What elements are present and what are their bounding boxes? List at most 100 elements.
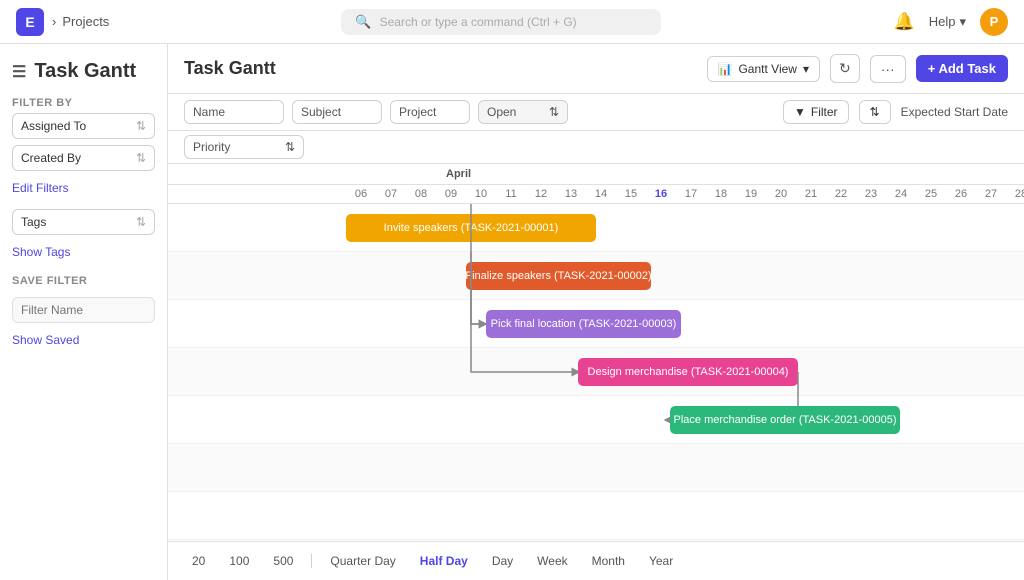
hamburger-icon[interactable]: ☰	[12, 62, 26, 82]
date-26: 26	[946, 188, 976, 200]
tags-label: Tags	[21, 215, 46, 229]
chevron-down-icon: ⇅	[136, 119, 146, 133]
search-bar[interactable]: 🔍 Search or type a command (Ctrl + G)	[341, 9, 661, 35]
filter-icon: ▼	[794, 105, 806, 119]
subject-column-filter[interactable]: Subject	[292, 100, 382, 124]
half-day-button[interactable]: Half Day	[412, 550, 476, 572]
chevron-down-icon: ⇅	[136, 215, 146, 229]
content-title: Task Gantt	[184, 58, 276, 79]
filter-section: Filter By Assigned To ⇅ Created By ⇅	[12, 97, 155, 171]
assigned-to-select[interactable]: Assigned To ⇅	[12, 113, 155, 139]
task-bar-5[interactable]: Place merchandise order (TASK-2021-00005…	[670, 406, 900, 434]
topnav-right: 🔔 Help ▾ P	[894, 8, 1008, 36]
priority-row: Priority ⇅	[168, 131, 1024, 164]
name-col-label: Name	[193, 105, 225, 119]
chevron-down-icon: ▾	[803, 62, 809, 76]
date-07: 07	[376, 188, 406, 200]
subject-col-label: Subject	[301, 105, 341, 119]
gantt-row-1: Invite speakers (TASK-2021-00001)	[168, 204, 1024, 252]
gantt-view-button[interactable]: 📊 Gantt View ▾	[707, 56, 820, 82]
date-20: 20	[766, 188, 796, 200]
main-layout: ☰ Task Gantt Filter By Assigned To ⇅ Cre…	[0, 44, 1024, 580]
quarter-day-button[interactable]: Quarter Day	[322, 550, 403, 572]
day-button[interactable]: Day	[484, 550, 521, 572]
date-09: 09	[436, 188, 466, 200]
search-icon: 🔍	[355, 14, 371, 30]
name-column-filter[interactable]: Name	[184, 100, 284, 124]
gantt-body: Invite speakers (TASK-2021-00001)	[168, 204, 1024, 540]
created-by-label: Created By	[21, 151, 81, 165]
gantt-dates-row: 06 07 08 09 10 11 12 13 14 15 16 17 18 1…	[168, 185, 1024, 204]
page-title: ☰ Task Gantt	[12, 60, 155, 83]
avatar[interactable]: P	[980, 8, 1008, 36]
date-17: 17	[676, 188, 706, 200]
month-button[interactable]: Month	[584, 550, 633, 572]
divider	[311, 554, 312, 568]
breadcrumb-projects[interactable]: Projects	[62, 14, 109, 29]
assigned-to-label: Assigned To	[21, 119, 86, 133]
date-27: 27	[976, 188, 1006, 200]
task-bar-1[interactable]: Invite speakers (TASK-2021-00001)	[346, 214, 596, 242]
task-bar-3[interactable]: Pick final location (TASK-2021-00003)	[486, 310, 681, 338]
page-title-text: Task Gantt	[34, 60, 136, 83]
notification-bell-icon[interactable]: 🔔	[894, 12, 915, 32]
task-bar-4[interactable]: Design merchandise (TASK-2021-00004)	[578, 358, 798, 386]
priority-col-label: Priority	[193, 140, 230, 154]
filter-by-label: Filter By	[12, 97, 155, 109]
breadcrumb: › Projects	[52, 14, 109, 29]
help-menu[interactable]: Help ▾	[929, 14, 966, 30]
open-col-label: Open	[487, 105, 516, 119]
sort-icon: ⇅	[870, 105, 880, 119]
topnav-left: E › Projects	[16, 8, 109, 36]
scale-500-button[interactable]: 500	[265, 550, 301, 572]
open-column-filter[interactable]: Open ⇅	[478, 100, 568, 124]
gantt-row-empty-2	[168, 492, 1024, 540]
date-25: 25	[916, 188, 946, 200]
priority-column-filter[interactable]: Priority ⇅	[184, 135, 304, 159]
show-tags-link[interactable]: Show Tags	[12, 245, 155, 259]
gantt-month-label: April	[446, 168, 471, 180]
help-label: Help	[929, 14, 956, 29]
filter-button[interactable]: ▼ Filter	[783, 100, 849, 124]
filter-row: Name Subject Project Open ⇅ ▼ Filter	[168, 94, 1024, 131]
edit-filters-button[interactable]: Edit Filters	[12, 181, 155, 195]
week-button[interactable]: Week	[529, 550, 575, 572]
save-filter-label: Save Filter	[12, 275, 155, 287]
app-logo[interactable]: E	[16, 8, 44, 36]
tags-select[interactable]: Tags ⇅	[12, 209, 155, 235]
task-bar-2[interactable]: Finalize speakers (TASK-2021-00002)	[466, 262, 651, 290]
gantt-row-5: Place merchandise order (TASK-2021-00005…	[168, 396, 1024, 444]
sort-button[interactable]: ⇅	[859, 100, 891, 124]
date-28: 28	[1006, 188, 1024, 200]
scale-20-button[interactable]: 20	[184, 550, 213, 572]
breadcrumb-arrow: ›	[52, 14, 56, 29]
date-13: 13	[556, 188, 586, 200]
header-actions: 📊 Gantt View ▾ ↻ ··· + Add Task	[707, 54, 1008, 83]
chevron-down-icon: ⇅	[285, 140, 295, 154]
search-placeholder: Search or type a command (Ctrl + G)	[380, 15, 577, 29]
filter-name-input[interactable]	[12, 297, 155, 323]
add-task-button[interactable]: + Add Task	[916, 55, 1008, 82]
gantt-row-3: Pick final location (TASK-2021-00003)	[168, 300, 1024, 348]
refresh-button[interactable]: ↻	[830, 54, 860, 83]
date-19: 19	[736, 188, 766, 200]
date-11: 11	[496, 188, 526, 200]
date-06: 06	[346, 188, 376, 200]
gantt-icon: 📊	[718, 62, 733, 76]
chevron-down-icon: ⇅	[549, 105, 559, 119]
sidebar: ☰ Task Gantt Filter By Assigned To ⇅ Cre…	[0, 44, 168, 580]
show-saved-link[interactable]: Show Saved	[12, 333, 155, 347]
date-15: 15	[616, 188, 646, 200]
gantt-row-4: Design merchandise (TASK-2021-00004)	[168, 348, 1024, 396]
date-23: 23	[856, 188, 886, 200]
content-area: Task Gantt 📊 Gantt View ▾ ↻ ··· + Add Ta…	[168, 44, 1024, 580]
more-options-button[interactable]: ···	[870, 55, 906, 83]
gantt-month-header: April	[168, 164, 1024, 185]
year-button[interactable]: Year	[641, 550, 681, 572]
date-22: 22	[826, 188, 856, 200]
scale-100-button[interactable]: 100	[221, 550, 257, 572]
project-column-filter[interactable]: Project	[390, 100, 470, 124]
gantt-chart: April 06 07 08 09 10 11 12 13 14 15 16 1…	[168, 164, 1024, 541]
created-by-select[interactable]: Created By ⇅	[12, 145, 155, 171]
gantt-row-2: Finalize speakers (TASK-2021-00002)	[168, 252, 1024, 300]
